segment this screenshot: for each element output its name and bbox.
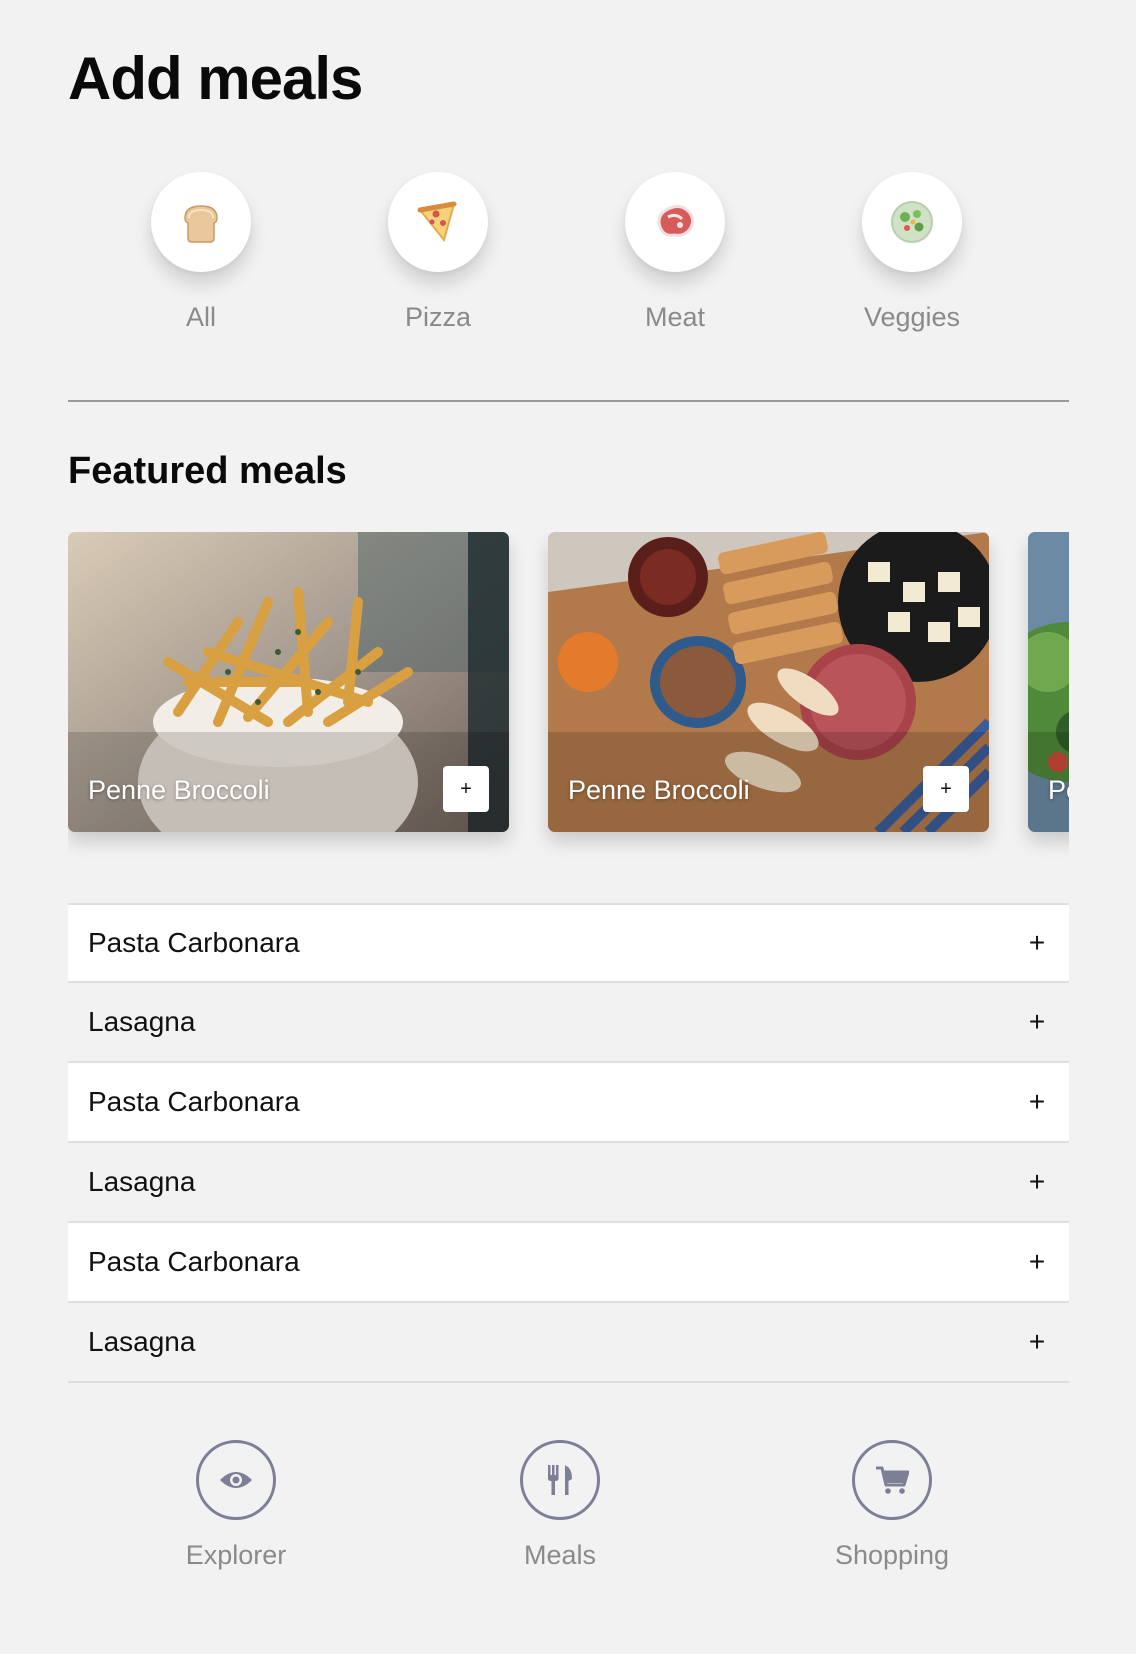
category-bar: All Pizza Meat Veggies <box>68 172 1068 342</box>
meal-name: Lasagna <box>88 1166 196 1197</box>
bread-icon <box>184 205 218 243</box>
list-item[interactable]: Lasagna + <box>68 1303 1069 1383</box>
add-meal-button[interactable]: + <box>1025 1086 1049 1118</box>
divider <box>68 400 1069 402</box>
meal-list: Pasta Carbonara + Lasagna + Pasta Carbon… <box>68 903 1069 1383</box>
featured-title: Featured meals <box>68 450 347 492</box>
category-circle[interactable] <box>388 172 488 272</box>
featured-card[interactable]: Penne Broccoli + <box>548 532 989 832</box>
add-meal-button[interactable]: + <box>1025 1166 1049 1198</box>
nav-meals[interactable]: Meals <box>460 1440 660 1571</box>
salad-icon <box>891 201 933 243</box>
category-all[interactable]: All <box>116 172 286 333</box>
category-meat[interactable]: Meat <box>590 172 760 333</box>
add-meal-button[interactable]: + <box>1025 1246 1049 1278</box>
meal-name: Pasta Carbonara <box>88 927 300 958</box>
nav-label: Explorer <box>185 1540 287 1570</box>
nav-shopping[interactable]: Shopping <box>792 1440 992 1571</box>
featured-card[interactable]: Penne Broccoli + <box>68 532 509 832</box>
category-veggies[interactable]: Veggies <box>827 172 997 333</box>
category-pizza[interactable]: Pizza <box>353 172 523 333</box>
add-meal-button[interactable]: + <box>1025 1326 1049 1358</box>
card-title: Penne Broccoli <box>88 775 270 805</box>
nav-icon-ring[interactable] <box>196 1440 276 1520</box>
list-item[interactable]: Pasta Carbonara + <box>68 903 1069 983</box>
list-item[interactable]: Lasagna + <box>68 1143 1069 1223</box>
nav-explorer[interactable]: Explorer <box>136 1440 336 1571</box>
page-title: Add meals <box>68 45 363 112</box>
pizza-icon <box>417 201 457 243</box>
category-circle[interactable] <box>625 172 725 272</box>
category-circle[interactable] <box>151 172 251 272</box>
nav-label: Meals <box>523 1540 597 1570</box>
fork-knife-icon <box>548 1465 572 1495</box>
category-label: Pizza <box>404 302 472 332</box>
cart-icon <box>876 1466 909 1494</box>
category-label: All <box>185 302 216 332</box>
meal-name: Pasta Carbonara <box>88 1086 300 1117</box>
add-meal-button[interactable]: + <box>1025 927 1049 959</box>
category-label: Veggies <box>863 302 961 332</box>
nav-icon-ring[interactable] <box>520 1440 600 1520</box>
nav-icon-ring[interactable] <box>852 1440 932 1520</box>
list-item[interactable]: Pasta Carbonara + <box>68 1063 1069 1143</box>
meat-icon <box>657 204 695 237</box>
meal-name: Pasta Carbonara <box>88 1246 300 1277</box>
meal-name: Lasagna <box>88 1006 196 1037</box>
eye-icon <box>220 1472 252 1488</box>
add-meal-button[interactable]: + <box>1025 1006 1049 1038</box>
list-item[interactable]: Lasagna + <box>68 983 1069 1063</box>
card-title: Pe <box>1048 775 1069 805</box>
page: Add meals All Pizza Meat Veggies Feature… <box>0 0 1136 1654</box>
card-add-button[interactable]: + <box>443 766 489 812</box>
card-title: Penne Broccoli <box>568 775 750 805</box>
card-add-button[interactable]: + <box>923 766 969 812</box>
category-circle[interactable] <box>862 172 962 272</box>
featured-carousel[interactable]: Penne Broccoli + Penne Broccoli + P <box>68 532 1069 872</box>
nav-label: Shopping <box>834 1540 950 1570</box>
list-item[interactable]: Pasta Carbonara + <box>68 1223 1069 1303</box>
category-label: Meat <box>644 302 706 332</box>
bottom-nav: Explorer Meals Shopping <box>68 1440 1069 1590</box>
meal-name: Lasagna <box>88 1326 196 1357</box>
featured-card[interactable]: Pe <box>1028 532 1069 832</box>
